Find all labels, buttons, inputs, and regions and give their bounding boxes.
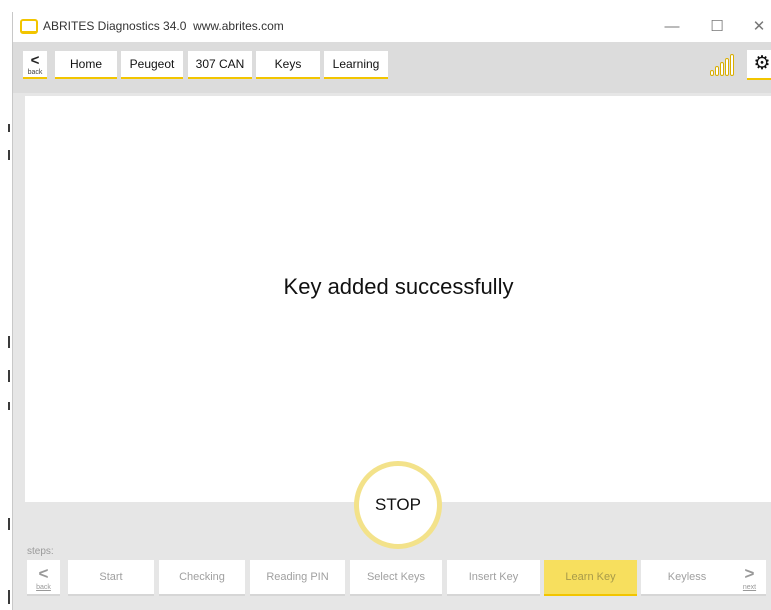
breadcrumb-bar: < back Home Peugeot 307 CAN Keys Learnin… — [13, 42, 771, 93]
desktop-mark — [8, 402, 10, 410]
step-keyless[interactable]: Keyless — [641, 560, 733, 596]
step-learn-key[interactable]: Learn Key — [544, 560, 637, 596]
stop-button[interactable]: STOP — [354, 461, 442, 549]
steps-back-button[interactable]: < back — [27, 560, 60, 596]
desktop-mark — [8, 124, 10, 132]
gear-icon: ⚙ — [753, 53, 771, 74]
step-select-keys[interactable]: Select Keys — [350, 560, 442, 596]
breadcrumb-peugeot[interactable]: Peugeot — [121, 51, 183, 79]
settings-button[interactable]: ⚙ — [747, 50, 771, 80]
steps-back-label: back — [36, 584, 51, 591]
signal-bar — [720, 62, 724, 76]
steps-next-button[interactable]: > next — [733, 560, 766, 596]
minimize-button[interactable]: — — [652, 15, 692, 39]
breadcrumb-307-can[interactable]: 307 CAN — [188, 51, 252, 79]
chevron-left-icon: < — [38, 564, 49, 583]
status-message: Key added successfully — [283, 274, 514, 299]
nav-back-button[interactable]: < back — [23, 51, 47, 79]
desktop-mark — [8, 370, 10, 382]
signal-bar — [715, 66, 719, 76]
signal-bar — [730, 54, 734, 76]
signal-bar — [710, 70, 714, 76]
app-name: ABRITES Diagnostics 34.0 — [43, 19, 187, 33]
breadcrumb-learning[interactable]: Learning — [324, 51, 388, 79]
chevron-right-icon: > — [744, 564, 755, 583]
nav-back-label: back — [27, 69, 43, 76]
close-button[interactable]: ✕ — [739, 15, 771, 39]
step-checking[interactable]: Checking — [159, 560, 245, 596]
desktop-edge — [0, 0, 12, 610]
chevron-left-icon: < — [30, 52, 40, 69]
step-insert-key[interactable]: Insert Key — [447, 560, 540, 596]
step-reading-pin[interactable]: Reading PIN — [250, 560, 345, 596]
window-title: ABRITES Diagnostics 34.0 www.abrites.com — [43, 19, 284, 33]
signal-bar — [725, 58, 729, 76]
app-url: www.abrites.com — [193, 19, 284, 33]
steps-label: steps: — [27, 546, 54, 557]
breadcrumb-keys[interactable]: Keys — [256, 51, 320, 79]
step-start[interactable]: Start — [68, 560, 154, 596]
desktop-mark — [8, 336, 10, 348]
abrites-logo-icon — [20, 19, 38, 34]
app-window: ABRITES Diagnostics 34.0 www.abrites.com… — [12, 12, 771, 610]
signal-strength-icon — [710, 54, 738, 76]
breadcrumb-home[interactable]: Home — [55, 51, 117, 79]
steps-next-label: next — [742, 584, 757, 591]
desktop-mark — [8, 150, 10, 160]
title-bar[interactable]: ABRITES Diagnostics 34.0 www.abrites.com… — [13, 12, 771, 42]
desktop-mark — [8, 518, 10, 530]
main-panel: Key added successfully — [25, 96, 771, 502]
maximize-button[interactable]: ☐ — [697, 15, 737, 39]
desktop-mark — [8, 590, 10, 604]
